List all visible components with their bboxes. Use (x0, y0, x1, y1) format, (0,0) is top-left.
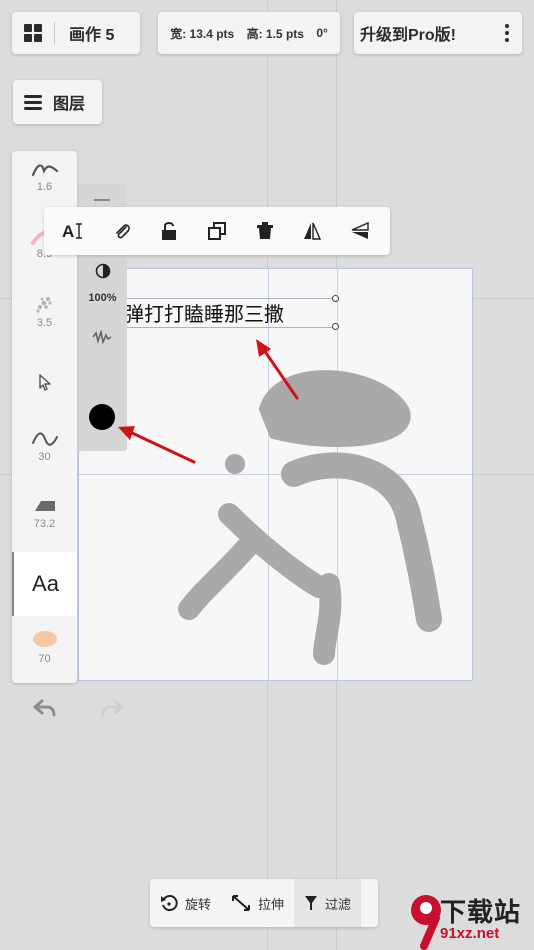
stretch-icon (232, 895, 251, 911)
tool-smudge[interactable]: 70 (12, 627, 77, 679)
tool-curve[interactable]: 30 (12, 429, 77, 479)
stretch-label: 拉伸 (258, 896, 285, 912)
curve-brush-icon (31, 432, 58, 446)
flip-horizontal-icon[interactable] (299, 218, 325, 244)
pencil-brush-icon (31, 164, 58, 177)
opacity-value: 100% (88, 292, 117, 304)
filter-label: 过滤 (325, 896, 352, 912)
redo-icon[interactable] (100, 697, 124, 719)
upgrade-pro-button[interactable]: 升级到Pro版! (354, 21, 492, 45)
size-readout: 宽: 13.4 pts 高: 1.5 pts 0° (158, 12, 340, 54)
layers-button[interactable]: 图层 (13, 80, 102, 124)
delete-icon[interactable] (252, 218, 278, 244)
undo-icon[interactable] (33, 697, 57, 719)
text-element-toolbar: A (44, 207, 390, 255)
spray-brush-icon (35, 297, 52, 313)
tool-size-value: 1.6 (36, 181, 53, 193)
top-left-panel: 画作 5 (12, 12, 140, 54)
duplicate-icon[interactable] (204, 218, 230, 244)
smudge-brush-icon (32, 631, 57, 647)
tool-text[interactable]: Aa (12, 552, 77, 616)
opacity-icon[interactable] (95, 263, 111, 279)
width-readout: 宽: 13.4 pts (170, 26, 235, 41)
watermark-url: 91xz.net (440, 925, 500, 942)
tool-size-value: 70 (38, 653, 51, 665)
filter-icon (305, 896, 318, 910)
flip-vertical-icon[interactable] (347, 218, 373, 244)
rotate-icon (161, 895, 178, 912)
watermark-title: 下载站 (440, 897, 522, 927)
layers-icon (13, 94, 53, 110)
texture-icon[interactable] (92, 330, 112, 344)
rotate-button[interactable]: 旋转 (150, 879, 221, 927)
lock-open-icon[interactable] (156, 218, 182, 244)
stretch-button[interactable]: 拉伸 (221, 879, 294, 927)
upgrade-panel: 升级到Pro版! (354, 12, 522, 54)
tool-spray[interactable]: 3.5 (12, 291, 77, 343)
canvas-text-element[interactable]: 弹打打瞌睡那三撒 (124, 298, 337, 328)
tool-size-value: 3.5 (36, 317, 53, 329)
color-swatch[interactable] (89, 404, 115, 430)
drawing-canvas[interactable] (78, 268, 473, 681)
more-options-icon[interactable] (492, 12, 522, 54)
menu-icon[interactable] (94, 199, 110, 201)
svg-text:A: A (62, 222, 74, 241)
cursor-arrow-icon (38, 374, 51, 391)
document-title[interactable]: 画作 5 (55, 21, 114, 45)
rotate-label: 旋转 (185, 896, 212, 912)
layers-label: 图层 (53, 96, 86, 113)
resize-handle[interactable] (332, 323, 339, 330)
resize-handle[interactable] (332, 295, 339, 302)
tool-size-value: 30 (38, 451, 51, 463)
tool-pencil[interactable]: 1.6 (12, 159, 77, 209)
attachment-icon[interactable] (109, 218, 135, 244)
angle-readout: 0° (316, 26, 328, 40)
gallery-grid-icon[interactable] (12, 12, 54, 54)
eraser-icon (34, 501, 55, 511)
height-readout: 高: 1.5 pts (246, 26, 304, 41)
tool-eraser[interactable]: 73.2 (12, 496, 77, 546)
transform-bar: 旋转 拉伸 过滤 (150, 879, 378, 927)
text-tool-label: Aa (32, 571, 59, 596)
tool-size-value: 73.2 (33, 518, 56, 530)
brush-strokes (178, 370, 442, 665)
tool-select[interactable] (12, 373, 77, 399)
filter-button[interactable]: 过滤 (294, 879, 362, 927)
font-style-icon[interactable]: A (61, 218, 87, 244)
